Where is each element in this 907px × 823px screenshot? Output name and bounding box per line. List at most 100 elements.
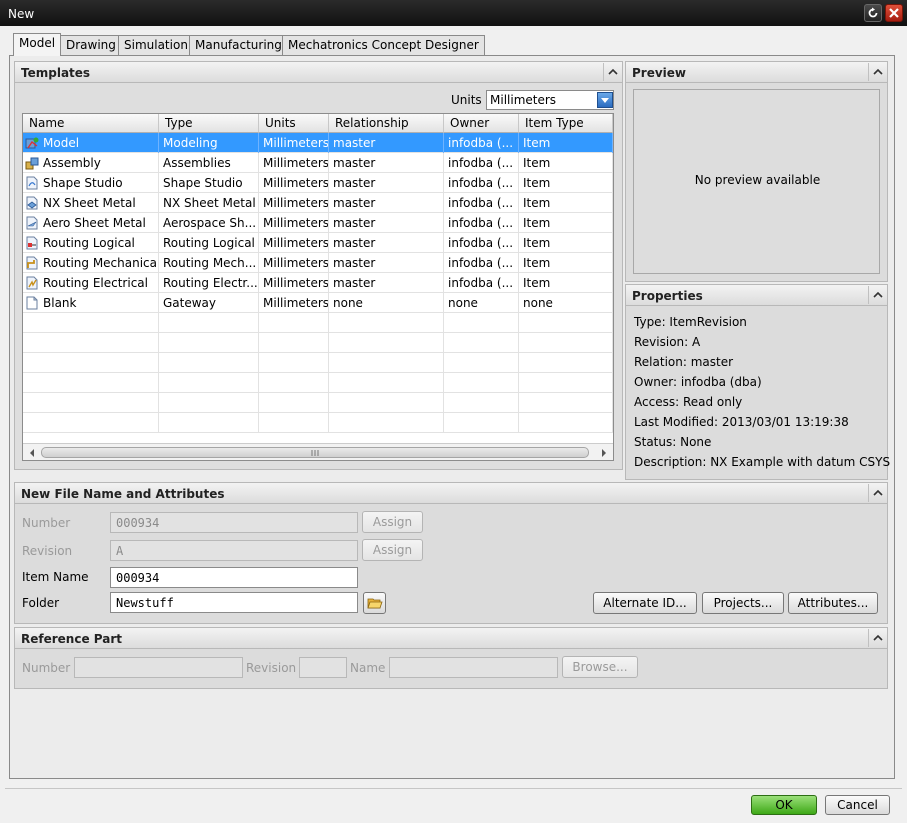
cell-text: Routing Logical [163, 236, 255, 250]
assign-number-button[interactable]: Assign [362, 511, 423, 533]
units-select[interactable]: Millimeters [486, 90, 614, 110]
table-cell-owner [444, 373, 519, 393]
ok-button[interactable]: OK [751, 795, 817, 815]
reference-part-header[interactable]: Reference Part [14, 627, 888, 649]
reference-revision-field[interactable] [299, 657, 347, 678]
column-header-units[interactable]: Units [259, 114, 329, 133]
table-cell-owner [444, 413, 519, 433]
reference-number-field[interactable] [74, 657, 243, 678]
table-cell-relationship: master [329, 193, 444, 213]
new-file-title: New File Name and Attributes [21, 487, 225, 501]
column-header-type[interactable]: Type [159, 114, 259, 133]
table-cell-name: Assembly [23, 153, 159, 173]
close-icon[interactable] [885, 4, 903, 22]
cell-text: Item [523, 216, 551, 230]
scroll-right-icon[interactable] [600, 447, 608, 460]
table-row[interactable]: Routing Electrical Routing Electr... Milli… [23, 273, 613, 293]
new-file-header[interactable]: New File Name and Attributes [14, 482, 888, 504]
cell-text: Shape Studio [43, 176, 123, 190]
table-cell-relationship [329, 373, 444, 393]
table-row[interactable]: Assembly Assemblies Millimeters master infod… [23, 153, 613, 173]
property-description: Description: NX Example with datum CSYS [634, 455, 891, 469]
model-icon [25, 136, 39, 150]
scrollbar-thumb[interactable] [41, 447, 589, 458]
table-cell-type: Routing Logical [159, 233, 259, 253]
number-field[interactable]: 000934 [110, 512, 358, 533]
table-cell-units: Millimeters [259, 193, 329, 213]
tab-manufacturing[interactable]: Manufacturing [189, 35, 288, 55]
table-cell-owner: infodba (... [444, 133, 519, 153]
alternate-id-button[interactable]: Alternate ID... [593, 592, 697, 614]
tab-simulation[interactable]: Simulation [118, 35, 194, 55]
templates-header[interactable]: Templates [14, 61, 623, 83]
table-cell-item-type: Item [519, 273, 613, 293]
collapse-preview-icon[interactable] [868, 63, 886, 81]
folder-field[interactable]: Newstuff [110, 592, 358, 613]
properties-header[interactable]: Properties [625, 284, 888, 306]
table-row[interactable]: Model Modeling Millimeters master infodba (.… [23, 133, 613, 153]
units-value: Millimeters [490, 93, 557, 107]
tab-drawing[interactable]: Drawing [60, 35, 122, 55]
table-row[interactable]: Shape Studio Shape Studio Millimeters maste… [23, 173, 613, 193]
chevron-down-icon[interactable] [597, 92, 613, 108]
cell-text: Item [523, 236, 551, 250]
cell-text: Assembly [43, 156, 101, 170]
column-header-owner[interactable]: Owner [444, 114, 519, 133]
cell-text: Item [523, 176, 551, 190]
table-cell-item-type [519, 413, 613, 433]
reference-name-field[interactable] [389, 657, 558, 678]
table-cell-owner: infodba (... [444, 273, 519, 293]
table-cell-type [159, 313, 259, 333]
projects-button[interactable]: Projects... [702, 592, 784, 614]
collapse-reference-part-icon[interactable] [868, 629, 886, 647]
table-cell-units: Millimeters [259, 133, 329, 153]
table-cell-name: Routing Electrical [23, 273, 159, 293]
table-cell-units: Millimeters [259, 293, 329, 313]
scroll-left-icon[interactable] [28, 447, 36, 460]
item-name-field[interactable]: 000934 [110, 567, 358, 588]
cell-text: Millimeters [263, 176, 329, 190]
table-row [23, 353, 613, 373]
tab-model[interactable]: Model [13, 33, 62, 56]
cell-text: NX Sheet Metal [43, 196, 136, 210]
table-cell-name [23, 313, 159, 333]
collapse-new-file-icon[interactable] [868, 484, 886, 502]
column-header-item-type[interactable]: Item Type [519, 114, 613, 133]
units-label: Units [451, 93, 482, 107]
table-cell-owner: infodba (... [444, 173, 519, 193]
horizontal-scrollbar[interactable] [23, 443, 613, 460]
browse-button[interactable]: Browse... [562, 656, 638, 678]
table-row[interactable]: Routing Logical Routing Logical Millimeter… [23, 233, 613, 253]
reference-name-label: Name [350, 661, 386, 675]
revision-field[interactable]: A [110, 540, 358, 561]
assign-revision-button[interactable]: Assign [362, 539, 423, 561]
blank-icon [25, 296, 39, 310]
cell-text: infodba (... [448, 256, 514, 270]
collapse-properties-icon[interactable] [868, 286, 886, 304]
column-header-name[interactable]: Name [23, 114, 159, 133]
cell-text: Millimeters [263, 136, 329, 150]
cancel-button[interactable]: Cancel [825, 795, 890, 815]
table-cell-item-type [519, 353, 613, 373]
cell-text: Aero Sheet Metal [43, 216, 146, 230]
column-header-relationship[interactable]: Relationship [329, 114, 444, 133]
table-row[interactable]: Blank Gateway Millimeters none none none [23, 293, 613, 313]
collapse-templates-icon[interactable] [603, 63, 621, 81]
table-cell-type: Aerospace Sh... [159, 213, 259, 233]
preview-header[interactable]: Preview [625, 61, 888, 83]
table-cell-type: NX Sheet Metal [159, 193, 259, 213]
attributes-button[interactable]: Attributes... [788, 592, 878, 614]
table-row[interactable]: Routing Mechanical Routing Mech... Millime… [23, 253, 613, 273]
table-row [23, 333, 613, 353]
table-cell-item-type: Item [519, 133, 613, 153]
tab-mechatronics-concept-designer[interactable]: Mechatronics Concept Designer [282, 35, 485, 55]
table-cell-relationship: master [329, 253, 444, 273]
reset-icon[interactable] [864, 4, 882, 22]
table-row[interactable]: NX Sheet Metal NX Sheet Metal Millimeters m… [23, 193, 613, 213]
table-cell-type [159, 413, 259, 433]
table-row[interactable]: Aero Sheet Metal Aerospace Sh... Millimete… [23, 213, 613, 233]
cell-text: master [333, 216, 376, 230]
folder-browse-button[interactable] [363, 592, 386, 614]
title-bar[interactable]: New [0, 0, 907, 26]
cell-text: Millimeters [263, 196, 329, 210]
